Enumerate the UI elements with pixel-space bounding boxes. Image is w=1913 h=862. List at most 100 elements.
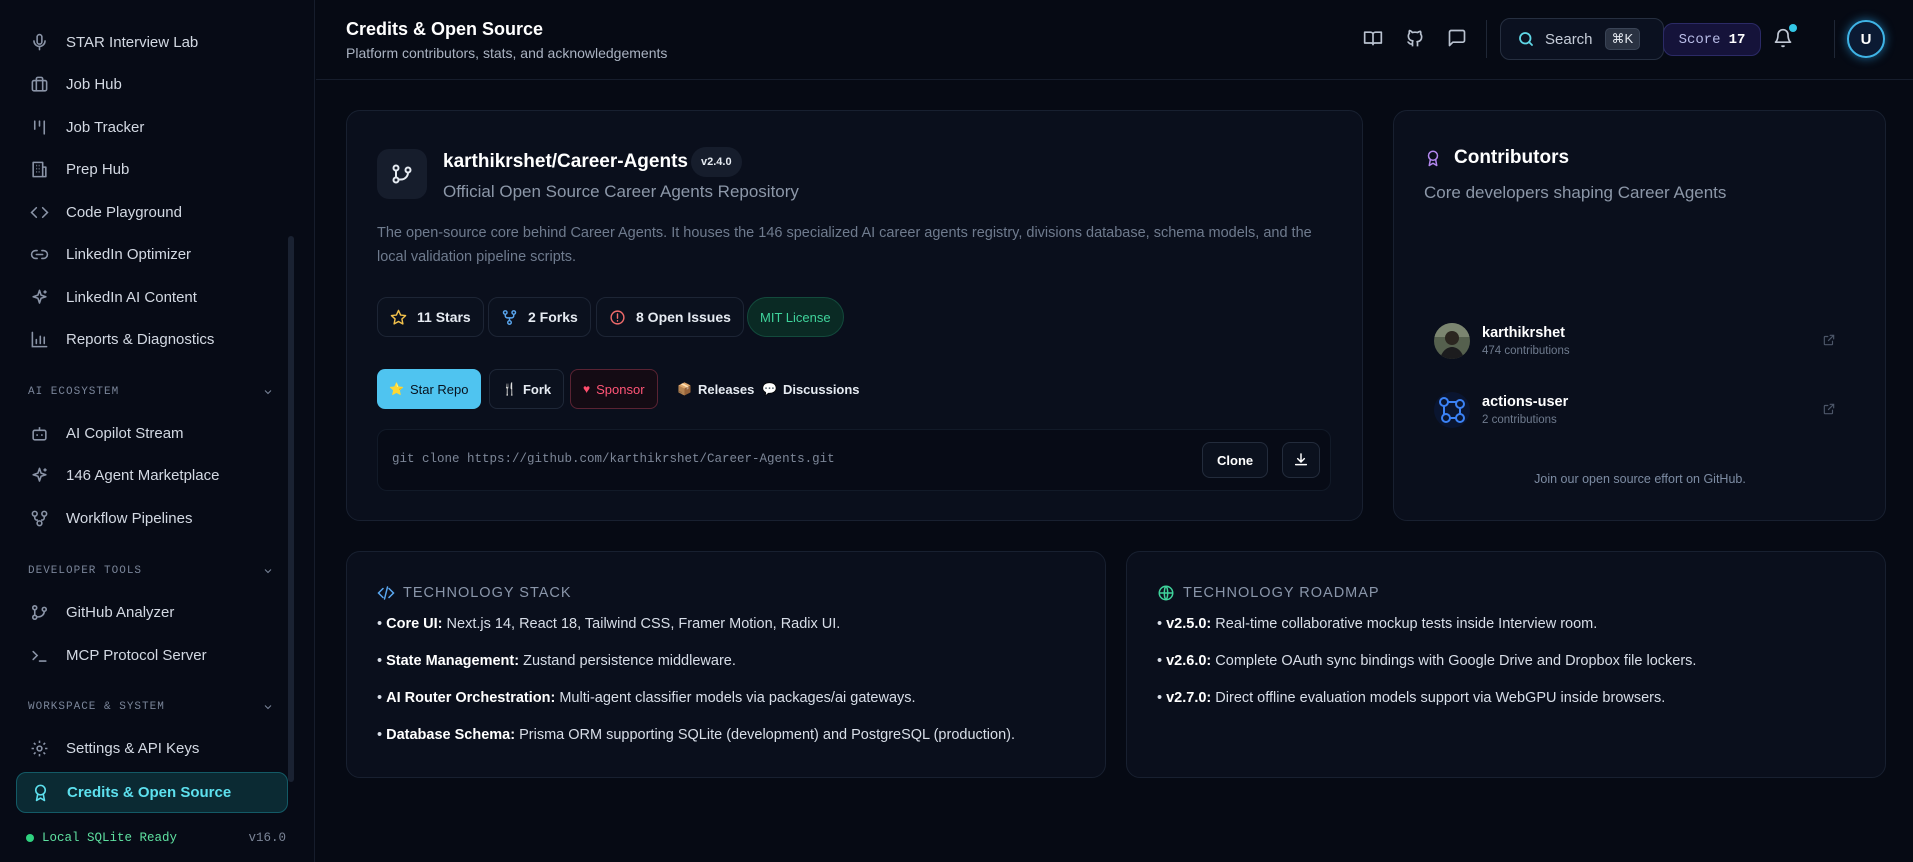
- button-label: Sponsor: [596, 381, 645, 397]
- issues-count: 8 Open Issues: [636, 309, 731, 325]
- star-icon: ⭐: [389, 382, 404, 396]
- repo-description: The open-source core behind Career Agent…: [377, 225, 1312, 265]
- chevron-down-icon: [264, 390, 272, 395]
- button-label: Star Repo: [409, 381, 469, 397]
- sidebar-item-linkedin-optimizer[interactable]: LinkedIn Optimizer: [16, 235, 288, 273]
- fork-utensils-icon: 🍴: [502, 382, 517, 396]
- status-dot-icon: [26, 834, 34, 842]
- forks-count: 2 Forks: [528, 309, 578, 325]
- sidebar-status: Local SQLite Ready v16.0: [26, 831, 286, 845]
- user-avatar[interactable]: U: [1847, 20, 1885, 58]
- search-button[interactable]: Search ⌘K: [1500, 18, 1664, 60]
- external-link-icon[interactable]: [1822, 402, 1836, 416]
- app-version: v16.0: [248, 831, 286, 845]
- section-header-workspace-system[interactable]: WORKSPACE & SYSTEM: [28, 701, 274, 713]
- sidebar: STAR Interview Lab Job Hub Job Tracker P…: [0, 0, 315, 862]
- sidebar-item-credits-open-source[interactable]: Credits & Open Source: [16, 772, 288, 813]
- item-key: v2.6.0:: [1166, 653, 1212, 669]
- clone-command[interactable]: git clone https://github.com/karthikrshe…: [392, 452, 835, 466]
- section-title: AI ECOSYSTEM: [28, 386, 120, 398]
- section-header-developer-tools[interactable]: DEVELOPER TOOLS: [28, 565, 274, 577]
- issues-stat: 8 Open Issues: [596, 297, 744, 337]
- forks-stat: 2 Forks: [488, 297, 591, 337]
- divider: [1486, 20, 1487, 58]
- contributor-row[interactable]: karthikrshet 474 contributions: [1434, 323, 1836, 363]
- license-badge: MIT License: [747, 297, 844, 337]
- contributor-row[interactable]: actions-user 2 contributions: [1434, 392, 1836, 432]
- avatar: [1434, 323, 1470, 359]
- tech-stack-item: • Core UI: Next.js 14, React 18, Tailwin…: [377, 616, 841, 632]
- sidebar-item-prep-hub[interactable]: Prep Hub: [16, 150, 288, 188]
- heart-icon: ♥: [583, 382, 591, 396]
- sidebar-item-code-playground[interactable]: Code Playground: [16, 193, 288, 231]
- award-icon: [1427, 150, 1439, 167]
- book-icon[interactable]: [1363, 28, 1385, 50]
- notification-dot: [1789, 24, 1797, 32]
- alert-circle-icon: [610, 309, 625, 325]
- sidebar-item-linkedin-ai-content[interactable]: LinkedIn AI Content: [16, 278, 288, 316]
- item-key: Database Schema:: [386, 727, 516, 743]
- discussions-button[interactable]: 💬 Discussions: [750, 369, 872, 409]
- notifications-button[interactable]: [1773, 24, 1797, 50]
- external-link-icon[interactable]: [1822, 333, 1836, 347]
- stars-stat: 11 Stars: [377, 297, 484, 337]
- section-title: DEVELOPER TOOLS: [28, 565, 143, 577]
- section-header-ai-ecosystem[interactable]: AI ECOSYSTEM: [28, 386, 274, 398]
- repo-name[interactable]: karthikrshet/Career-Agents: [443, 151, 688, 173]
- sidebar-item-label: LinkedIn Optimizer: [66, 245, 192, 263]
- sidebar-item-label: 146 Agent Marketplace: [66, 466, 220, 484]
- sidebar-item-label: Job Hub: [66, 75, 122, 93]
- tech-stack-title: TECHNOLOGY STACK: [403, 585, 572, 601]
- score-badge[interactable]: Score 17: [1663, 23, 1761, 56]
- message-icon[interactable]: [1447, 28, 1469, 50]
- sparkles-icon: [28, 464, 50, 486]
- roadmap-title: TECHNOLOGY ROADMAP: [1183, 585, 1380, 601]
- sidebar-item-settings-api-keys[interactable]: Settings & API Keys: [16, 729, 288, 767]
- workflow-icon: [28, 507, 50, 529]
- fork-button[interactable]: 🍴 Fork: [489, 369, 565, 409]
- sidebar-item-label: GitHub Analyzer: [66, 603, 175, 621]
- mic-icon: [28, 31, 50, 53]
- chevron-down-icon: [264, 705, 272, 710]
- bar-chart-icon: [28, 328, 50, 350]
- item-key: v2.5.0:: [1166, 616, 1212, 632]
- sidebar-item-label: Code Playground: [66, 203, 182, 221]
- star-repo-button[interactable]: ⭐ Star Repo: [377, 369, 481, 409]
- sidebar-item-label: Settings & API Keys: [66, 739, 200, 757]
- button-label: Releases: [697, 381, 755, 397]
- sidebar-item-github-analyzer[interactable]: GitHub Analyzer: [16, 593, 288, 631]
- sponsor-button[interactable]: ♥ Sponsor: [570, 369, 658, 409]
- item-value: Complete OAuth sync bindings with Google…: [1211, 653, 1697, 669]
- chevron-down-icon: [264, 569, 272, 574]
- roadmap-heading: TECHNOLOGY ROADMAP: [1157, 584, 1380, 602]
- sidebar-item-ai-copilot-stream[interactable]: AI Copilot Stream: [16, 414, 288, 452]
- button-label: Discussions: [782, 381, 860, 397]
- item-key: v2.7.0:: [1166, 690, 1212, 706]
- sidebar-item-agent-marketplace[interactable]: 146 Agent Marketplace: [16, 456, 288, 494]
- contributors-card: Contributors Core developers shaping Car…: [1393, 110, 1886, 521]
- button-label: Fork: [522, 381, 552, 397]
- download-button[interactable]: [1282, 442, 1320, 478]
- tech-stack-item: • AI Router Orchestration: Multi-agent c…: [377, 690, 916, 706]
- sidebar-scrollbar[interactable]: [288, 236, 294, 782]
- roadmap-card: TECHNOLOGY ROADMAP • v2.5.0: Real-time c…: [1126, 551, 1886, 778]
- contributors-heading: Contributors: [1424, 147, 1569, 169]
- globe-icon: [1158, 585, 1174, 601]
- clone-button[interactable]: Clone: [1202, 442, 1269, 478]
- package-icon: 📦: [677, 382, 692, 396]
- github-icon[interactable]: [1405, 28, 1427, 50]
- code-icon: [377, 586, 395, 600]
- score-value: 17: [1728, 31, 1746, 48]
- sidebar-item-star-interview-lab[interactable]: STAR Interview Lab: [16, 23, 288, 61]
- sidebar-item-mcp-protocol-server[interactable]: MCP Protocol Server: [16, 636, 288, 674]
- join-link[interactable]: Join our open source effort on GitHub.: [1394, 472, 1886, 486]
- git-branch-icon: [28, 601, 50, 623]
- sidebar-item-job-hub[interactable]: Job Hub: [16, 65, 288, 103]
- divider: [1834, 20, 1835, 58]
- sidebar-item-job-tracker[interactable]: Job Tracker: [16, 108, 288, 146]
- page-title: Credits & Open Source: [346, 19, 544, 39]
- tech-stack-item: • State Management: Zustand persistence …: [377, 653, 736, 669]
- score-label: Score: [1678, 31, 1721, 48]
- sidebar-item-workflow-pipelines[interactable]: Workflow Pipelines: [16, 499, 288, 537]
- sidebar-item-reports-diagnostics[interactable]: Reports & Diagnostics: [16, 320, 288, 358]
